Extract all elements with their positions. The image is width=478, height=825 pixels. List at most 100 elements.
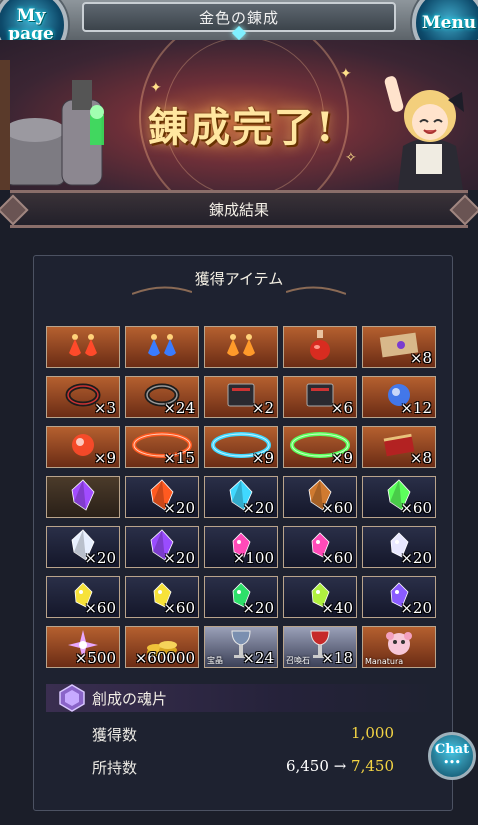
item-cell[interactable]: ×20 (362, 526, 436, 568)
item-cell[interactable]: ×60 (125, 576, 199, 618)
item-cell[interactable] (204, 326, 278, 368)
item-quantity: ×40 (321, 599, 353, 617)
item-cell[interactable]: ×20 (362, 576, 436, 618)
item-cell[interactable] (46, 476, 120, 518)
item-quantity: ×60000 (134, 649, 195, 667)
arrow-icon: → (333, 757, 347, 775)
item-cell[interactable]: ×40 (283, 576, 357, 618)
item-tag: 召喚石 (286, 656, 310, 665)
ornament-right-icon (286, 286, 346, 295)
item-quantity: ×60 (163, 599, 195, 617)
item-quantity: ×20 (84, 549, 116, 567)
owned-after: 7,450 (351, 757, 394, 775)
item-quantity: ×18 (321, 649, 353, 667)
item-cell[interactable]: ×100 (204, 526, 278, 568)
item-cell[interactable]: ×60 (362, 476, 436, 518)
item-cell[interactable] (46, 326, 120, 368)
item-cell[interactable]: ×20 (125, 526, 199, 568)
alchemy-machine-icon (0, 60, 104, 190)
item-quantity: ×8 (409, 349, 432, 367)
section-header: 錬成結果 (10, 190, 468, 228)
item-cell[interactable]: 召喚石 ×18 (283, 626, 357, 668)
section-title: 錬成結果 (208, 200, 269, 219)
item-quantity: ×12 (400, 399, 432, 417)
item-quantity: ×2 (251, 399, 274, 417)
item-quantity: ×60 (321, 499, 353, 517)
item-quantity: ×3 (93, 399, 116, 417)
item-cell[interactable]: ×20 (204, 476, 278, 518)
item-quantity: ×20 (242, 499, 274, 517)
item-cell[interactable]: ×2 (204, 376, 278, 418)
item-cell[interactable]: ×8 (362, 426, 436, 468)
soul-fragment-title: 創成の魂片 (92, 689, 168, 708)
item-cell[interactable]: ×9 (283, 426, 357, 468)
item-quantity: ×20 (400, 599, 432, 617)
alchemist-character (384, 76, 464, 190)
item-cell[interactable]: 宝晶 ×24 (204, 626, 278, 668)
item-cell[interactable]: ×20 (204, 576, 278, 618)
item-quantity: ×20 (400, 549, 432, 567)
soul-fragment-icon (59, 684, 85, 712)
item-cell[interactable]: ×20 (125, 476, 199, 518)
item-cell[interactable]: ×60 (46, 576, 120, 618)
chat-label: Chat (434, 741, 470, 757)
owned-before: 6,450 (285, 757, 329, 775)
item-cell[interactable]: ×9 (204, 426, 278, 468)
item-quantity: ×15 (163, 449, 195, 467)
item-cell[interactable]: ×9 (46, 426, 120, 468)
item-quantity: ×60 (84, 599, 116, 617)
item-quantity: ×6 (330, 399, 353, 417)
item-cell[interactable]: ×20 (46, 526, 120, 568)
blue-earrings-icon (142, 329, 182, 365)
item-tag: 宝晶 (207, 656, 223, 665)
item-cell[interactable] (283, 326, 357, 368)
item-grid: ×8 ×3 ×24 ×2 ×6 ×12 ×9 ×15 ×9 ×9 ×8 ×20 ×20 ×60 ×60 ×20… (46, 326, 440, 668)
item-quantity: ×24 (163, 399, 195, 417)
item-quantity: ×9 (93, 449, 116, 467)
item-cell[interactable]: Manatura (362, 626, 436, 668)
item-quantity: ×60 (321, 549, 353, 567)
obtained-count-value: 1,000 (351, 724, 394, 742)
dark-crystal-icon (66, 478, 100, 516)
item-cell[interactable]: ×15 (125, 426, 199, 468)
ornament-left-icon (132, 286, 192, 295)
item-quantity: ×20 (163, 499, 195, 517)
result-banner: 錬成完了! ✦ ✦ ✧ (0, 40, 478, 190)
owned-count-value: 6,450 → 7,450 (286, 757, 394, 775)
obtained-count-label: 獲得数 (92, 726, 138, 744)
chat-button[interactable]: Chat ••• (428, 732, 476, 780)
item-tag: Manatura (365, 657, 404, 666)
red-earrings-icon (63, 329, 103, 365)
item-quantity: ×20 (242, 599, 274, 617)
owned-count-label: 所持数 (92, 759, 138, 777)
menu-label: Menu (421, 13, 477, 33)
item-quantity: ×9 (251, 449, 274, 467)
item-cell[interactable]: ×60000 (125, 626, 199, 668)
potion-icon (308, 328, 332, 366)
item-quantity: ×20 (163, 549, 195, 567)
soul-fragment-header: 創成の魂片 (46, 684, 440, 712)
sparkle-icon: ✦ (340, 66, 352, 82)
item-quantity: ×9 (330, 449, 353, 467)
item-cell[interactable] (125, 326, 199, 368)
item-cell[interactable]: ×24 (125, 376, 199, 418)
sparkle-icon: ✦ (150, 80, 162, 96)
chat-dots-icon: ••• (443, 757, 461, 768)
completion-headline: 錬成完了! (148, 104, 336, 151)
obtained-items-heading: 獲得アイテム (194, 270, 284, 288)
item-cell[interactable]: ×500 (46, 626, 120, 668)
sparkle-icon: ✧ (345, 150, 357, 166)
item-cell[interactable]: ×60 (283, 476, 357, 518)
item-quantity: ×500 (74, 649, 116, 667)
screen: { "header": {"title": "金色の錬成", "mypage_l… (0, 0, 478, 825)
item-quantity: ×24 (242, 649, 274, 667)
item-cell[interactable]: ×60 (283, 526, 357, 568)
item-cell[interactable]: ×12 (362, 376, 436, 418)
item-quantity: ×8 (409, 449, 432, 467)
item-cell[interactable]: ×8 (362, 326, 436, 368)
item-quantity: ×60 (400, 499, 432, 517)
item-cell[interactable]: ×6 (283, 376, 357, 418)
item-cell[interactable]: ×3 (46, 376, 120, 418)
orange-earrings-icon (221, 329, 261, 365)
mypage-label-line1: My (16, 6, 46, 26)
